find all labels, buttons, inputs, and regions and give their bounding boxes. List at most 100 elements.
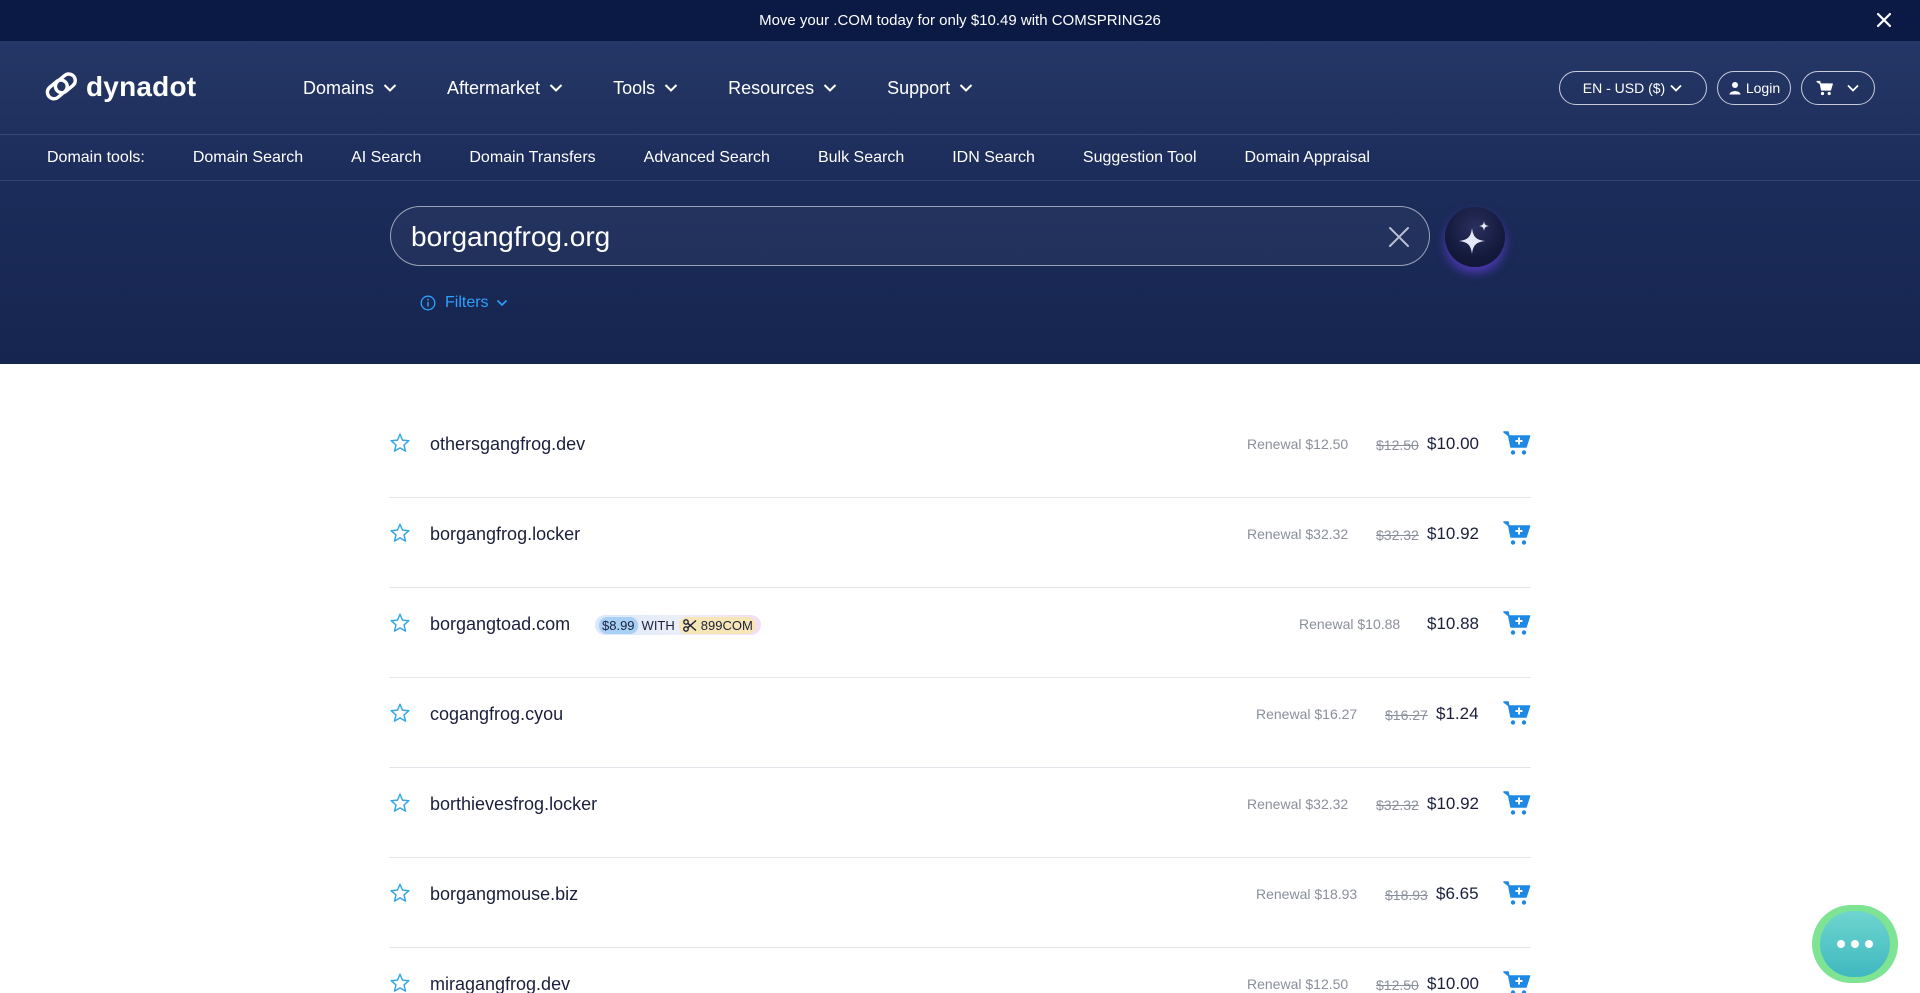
- domain-name[interactable]: borgangmouse.biz: [430, 884, 578, 905]
- domain-name[interactable]: borgangtoad.com: [430, 614, 570, 635]
- star-icon[interactable]: [389, 612, 411, 634]
- chat-widget-button[interactable]: [1812, 905, 1898, 983]
- brand-name: dynadot: [86, 71, 197, 102]
- star-icon[interactable]: [389, 522, 411, 544]
- sale-price: $10.00: [1427, 434, 1479, 453]
- star-icon[interactable]: [389, 702, 411, 724]
- result-row: miragangfrog.dev Renewal $12.50 $12.50 $…: [389, 948, 1531, 993]
- star-icon[interactable]: [389, 792, 411, 814]
- tool-link-domain-search[interactable]: Domain Search: [193, 149, 303, 167]
- star-icon[interactable]: [389, 882, 411, 904]
- tool-link-domain-transfers[interactable]: Domain Transfers: [469, 149, 595, 167]
- main-nav: dynadot Domains Aftermarket Tools Resour…: [0, 41, 1920, 135]
- scissors-icon: [682, 618, 697, 632]
- add-to-cart-icon[interactable]: [1503, 790, 1531, 816]
- domain-tools-label: Domain tools:: [47, 148, 145, 166]
- nav-item-label: Resources: [728, 77, 815, 98]
- promo-text: Move your .COM today for only $10.49 wit…: [759, 12, 1161, 29]
- nav-item-tools[interactable]: Tools: [613, 78, 678, 99]
- link-logo-icon: [45, 72, 77, 101]
- sale-price: $10.88: [1427, 614, 1479, 633]
- tool-link-advanced-search[interactable]: Advanced Search: [644, 149, 770, 167]
- original-price: $32.32: [1376, 797, 1419, 813]
- result-row: borgangtoad.com $8.99 WITH 899COM Renewa…: [389, 588, 1531, 678]
- add-to-cart-icon[interactable]: [1503, 430, 1531, 456]
- chevron-down-icon: [496, 299, 507, 307]
- search-results: othersgangfrog.dev Renewal $12.50 $12.50…: [389, 408, 1531, 993]
- renewal-price: Renewal $12.50: [1247, 976, 1349, 992]
- renewal-price: Renewal $18.93: [1256, 886, 1358, 902]
- promo-code: 899COM: [678, 616, 756, 634]
- add-to-cart-icon[interactable]: [1503, 970, 1531, 993]
- renewal-price: Renewal $12.50: [1247, 436, 1349, 452]
- chevron-down-icon: [823, 84, 837, 92]
- promo-code-text: 899COM: [700, 617, 753, 633]
- sale-price: $1.24: [1436, 704, 1479, 723]
- sale-price: $10.92: [1427, 794, 1479, 813]
- chat-bubble-icon: [1820, 911, 1890, 977]
- domain-tools-bar: Domain tools: Domain Search AI Search Do…: [0, 135, 1920, 181]
- promo-with: WITH: [641, 617, 675, 633]
- domain-name[interactable]: borgangfrog.locker: [430, 524, 580, 545]
- domain-name[interactable]: borthievesfrog.locker: [430, 794, 597, 815]
- login-label: Login: [1745, 80, 1781, 96]
- filters-toggle[interactable]: Filters: [420, 294, 508, 312]
- nav-item-aftermarket[interactable]: Aftermarket: [447, 78, 563, 99]
- cart-button[interactable]: [1801, 71, 1875, 105]
- user-icon: [1729, 82, 1741, 95]
- domain-name[interactable]: miragangfrog.dev: [430, 974, 570, 993]
- tool-link-idn-search[interactable]: IDN Search: [952, 149, 1035, 167]
- nav-item-label: Aftermarket: [447, 77, 541, 98]
- tool-link-ai-search[interactable]: AI Search: [351, 149, 421, 167]
- nav-item-domains[interactable]: Domains: [303, 78, 397, 99]
- search-input[interactable]: [411, 215, 1331, 259]
- renewal-price: Renewal $32.32: [1247, 526, 1349, 542]
- add-to-cart-icon[interactable]: [1503, 700, 1531, 726]
- sparkle-icon: [1459, 221, 1489, 254]
- sale-price: $10.00: [1427, 974, 1479, 993]
- language-currency-selector[interactable]: EN - USD ($): [1559, 71, 1707, 105]
- cart-icon: [1816, 80, 1833, 96]
- result-row: borthievesfrog.locker Renewal $32.32 $32…: [389, 768, 1531, 858]
- nav-item-label: Support: [887, 77, 951, 98]
- chevron-down-icon: [1670, 84, 1682, 92]
- tool-link-suggestion-tool[interactable]: Suggestion Tool: [1083, 149, 1197, 167]
- close-icon[interactable]: [1874, 10, 1894, 30]
- result-row: othersgangfrog.dev Renewal $12.50 $12.50…: [389, 408, 1531, 498]
- nav-menu: Domains Aftermarket Tools Resources Supp…: [303, 41, 1023, 135]
- language-currency-label: EN - USD ($): [1582, 80, 1666, 96]
- tool-link-domain-appraisal[interactable]: Domain Appraisal: [1245, 149, 1370, 167]
- domain-name[interactable]: cogangfrog.cyou: [430, 704, 563, 725]
- star-icon[interactable]: [389, 432, 411, 454]
- sale-price: $6.65: [1436, 884, 1479, 903]
- add-to-cart-icon[interactable]: [1503, 520, 1531, 546]
- original-price: $16.27: [1385, 707, 1428, 723]
- nav-item-support[interactable]: Support: [887, 78, 973, 99]
- domain-name[interactable]: othersgangfrog.dev: [430, 434, 585, 455]
- result-row: borgangmouse.biz Renewal $18.93 $18.93 $…: [389, 858, 1531, 948]
- add-to-cart-icon[interactable]: [1503, 610, 1531, 636]
- add-to-cart-icon[interactable]: [1503, 880, 1531, 906]
- renewal-price: Renewal $10.88: [1299, 616, 1401, 632]
- original-price: $12.50: [1376, 977, 1419, 993]
- nav-item-label: Tools: [613, 77, 656, 98]
- star-icon[interactable]: [389, 972, 411, 993]
- logo[interactable]: dynadot: [44, 69, 196, 105]
- renewal-price: Renewal $16.27: [1256, 706, 1358, 722]
- close-icon[interactable]: [1387, 225, 1411, 249]
- promo-banner: Move your .COM today for only $10.49 wit…: [0, 0, 1920, 41]
- ai-search-button[interactable]: [1445, 207, 1505, 267]
- original-price: $32.32: [1376, 527, 1419, 543]
- promo-price: $8.99: [599, 616, 638, 634]
- chevron-down-icon: [383, 84, 397, 92]
- result-row: cogangfrog.cyou Renewal $16.27 $16.27 $1…: [389, 678, 1531, 768]
- filters-label: Filters: [445, 294, 489, 311]
- nav-item-resources[interactable]: Resources: [728, 78, 837, 99]
- original-price: $18.93: [1385, 887, 1428, 903]
- login-button[interactable]: Login: [1717, 71, 1791, 105]
- chevron-down-icon: [664, 84, 678, 92]
- result-row: borgangfrog.locker Renewal $32.32 $32.32…: [389, 498, 1531, 588]
- tool-link-bulk-search[interactable]: Bulk Search: [818, 149, 904, 167]
- original-price: $12.50: [1376, 437, 1419, 453]
- nav-item-label: Domains: [303, 77, 375, 98]
